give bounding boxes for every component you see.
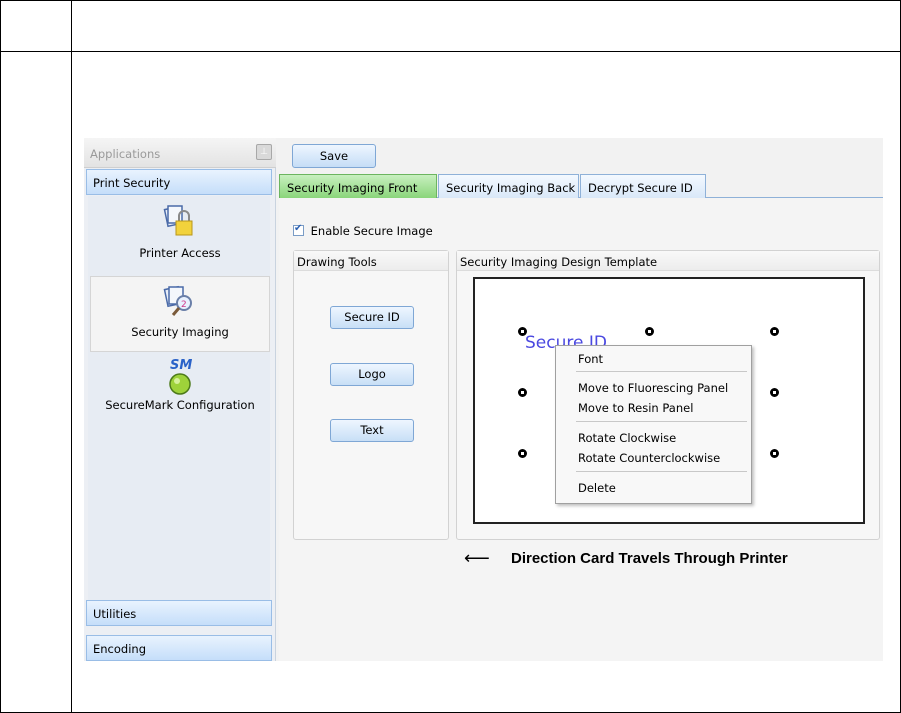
group-utilities[interactable]: Utilities: [86, 600, 272, 626]
resize-handle[interactable]: [770, 327, 779, 336]
drawing-tools-group: Drawing Tools Secure ID Logo Text: [293, 250, 449, 540]
tab-bar: Security Imaging Front Security Imaging …: [279, 174, 883, 198]
app-item-label: Security Imaging: [131, 325, 229, 339]
save-button-label: Save: [319, 149, 349, 163]
pin-icon[interactable]: ⊥: [256, 144, 272, 160]
app-item-security-imaging[interactable]: 2 Security Imaging: [90, 276, 270, 352]
secure-id-tool-button[interactable]: Secure ID: [330, 306, 414, 329]
menu-separator: [576, 471, 747, 472]
table-column-divider: [71, 1, 72, 713]
tool-button-label: Secure ID: [344, 310, 400, 324]
group-encoding[interactable]: Encoding: [86, 635, 272, 661]
group-print-security[interactable]: Print Security: [86, 169, 272, 195]
tab-label: Security Imaging Front: [287, 181, 418, 195]
menu-separator: [576, 421, 747, 422]
tab-label: Decrypt Secure ID: [588, 181, 693, 195]
left-arrow-icon: ⟵: [464, 548, 490, 568]
applications-header: Applications ⊥: [84, 138, 276, 168]
resize-handle[interactable]: [770, 449, 779, 458]
table-row-divider: [1, 51, 901, 52]
tool-button-label: Text: [360, 423, 384, 437]
resize-handle[interactable]: [645, 327, 654, 336]
group-utilities-label: Utilities: [93, 607, 137, 621]
save-button[interactable]: Save: [292, 144, 376, 168]
menu-separator: [576, 371, 747, 372]
menu-item-rotate-clockwise[interactable]: Rotate Clockwise: [578, 431, 676, 445]
application-screenshot: Applications ⊥ Print Security Printer Ac…: [84, 138, 883, 661]
svg-text:2: 2: [181, 300, 187, 310]
app-item-securemark-configuration[interactable]: SM SecureMark Configuration: [90, 356, 270, 428]
applications-header-label: Applications: [90, 147, 161, 161]
menu-item-move-fluorescing[interactable]: Move to Fluorescing Panel: [578, 381, 728, 395]
tab-label: Security Imaging Back: [446, 181, 576, 195]
drawing-tools-title-label: Drawing Tools: [297, 255, 377, 269]
enable-secure-image-checkbox[interactable]: [293, 223, 304, 236]
menu-item-delete[interactable]: Delete: [578, 481, 616, 495]
enable-secure-image-label: Enable Secure Image: [310, 224, 433, 238]
tab-decrypt-secure-id[interactable]: Decrypt Secure ID: [580, 174, 706, 198]
drawing-tools-title: Drawing Tools: [294, 251, 448, 271]
security-imaging-magnifier-icon: 2: [160, 283, 200, 323]
group-encoding-label: Encoding: [93, 642, 146, 656]
direction-caption-text: Direction Card Travels Through Printer: [511, 550, 788, 567]
app-item-printer-access[interactable]: Printer Access: [90, 202, 270, 274]
text-tool-button[interactable]: Text: [330, 419, 414, 442]
tab-security-imaging-front[interactable]: Security Imaging Front: [279, 174, 437, 198]
group-print-security-label: Print Security: [93, 176, 171, 190]
context-menu: Font Move to Fluorescing Panel Move to R…: [555, 345, 752, 504]
menu-item-rotate-counterclockwise[interactable]: Rotate Counterclockwise: [578, 451, 720, 465]
enable-secure-image-row[interactable]: Enable Secure Image: [293, 223, 433, 238]
print-security-app-list: Printer Access 2 Security Imaging SM Sec…: [88, 196, 270, 600]
resize-handle[interactable]: [518, 388, 527, 397]
app-item-label: SecureMark Configuration: [105, 398, 255, 412]
menu-item-move-resin[interactable]: Move to Resin Panel: [578, 401, 693, 415]
design-template-title-label: Security Imaging Design Template: [460, 255, 658, 269]
logo-tool-button[interactable]: Logo: [330, 363, 414, 386]
app-item-label: Printer Access: [139, 246, 221, 260]
securemark-icon: SM: [160, 356, 200, 398]
resize-handle[interactable]: [770, 388, 779, 397]
tool-button-label: Logo: [358, 367, 386, 381]
tab-security-imaging-back[interactable]: Security Imaging Back: [438, 174, 579, 198]
applications-panel: Applications ⊥ Print Security Printer Ac…: [84, 138, 276, 661]
resize-handle[interactable]: [518, 449, 527, 458]
printer-access-lock-icon: [160, 202, 200, 242]
menu-item-font[interactable]: Font: [578, 352, 603, 366]
design-template-title: Security Imaging Design Template: [457, 251, 879, 271]
